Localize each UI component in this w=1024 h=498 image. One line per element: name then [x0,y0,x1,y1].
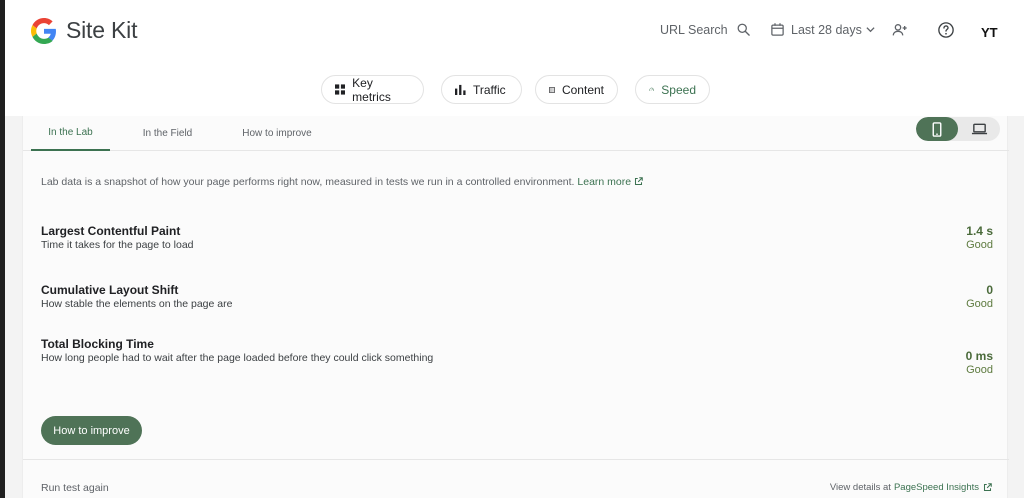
metric-value-block: 1.4 s Good [966,224,993,251]
mobile-toggle-button[interactable] [916,117,958,141]
url-search-button[interactable]: URL Search [660,22,751,37]
site-kit-logo[interactable]: Site Kit [31,17,137,44]
help-button[interactable] [937,21,955,39]
metric-value-block: 0 ms Good [966,349,993,376]
view-details-link[interactable]: View details at PageSpeed Insights [830,482,992,493]
chip-traffic[interactable]: Traffic [441,75,522,104]
tab-in-the-lab[interactable]: In the Lab [31,116,110,151]
metric-rating: Good [966,364,993,376]
laptop-icon [971,123,987,135]
dashboard-nav: Key metrics Traffic Content Speed [5,64,1024,116]
chip-label: Speed [661,82,696,97]
account-avatar[interactable]: YT [981,23,1003,41]
learn-more-label: Learn more [577,176,632,188]
chip-label: Content [561,82,604,97]
metric-value: 0 ms [965,349,993,363]
metric-description: How stable the elements on the page are [41,298,233,310]
lab-description-text: Lab data is a snapshot of how your page … [41,176,575,188]
learn-more-link[interactable]: Learn more [577,176,643,188]
metric-value: 1.4 s [966,224,993,238]
add-user-button[interactable] [892,22,908,38]
chip-content[interactable]: Content [535,75,618,104]
chip-speed[interactable]: Speed [635,75,710,104]
metric-rating: Good [966,298,993,310]
metric-row: Cumulative Layout Shift How stable the e… [41,283,993,310]
add-user-icon [892,24,907,36]
view-details-label: View details at [829,482,891,493]
speedometer-icon [649,87,654,92]
grid-icon [335,84,346,95]
device-toggle [916,117,1000,141]
how-to-improve-button[interactable]: How to improve [41,416,142,445]
run-test-again-link[interactable]: Run test again [41,482,109,494]
card-footer: Run test again View details at PageSpeed… [23,459,1009,498]
calendar-icon [771,23,784,36]
content-icon [549,86,555,93]
metric-value-block: 0 Good [966,283,993,310]
app-header: Site Kit URL Search Last 28 days YT [5,0,1024,64]
date-range-selector[interactable]: Last 28 days [770,22,875,37]
external-link-icon [983,483,992,492]
metric-name: Total Blocking Time [41,337,154,351]
tab-in-the-field[interactable]: In the Field [129,116,206,151]
metric-description: How long people had to wait after the pa… [41,352,434,364]
date-range-label: Last 28 days [791,22,862,37]
url-search-label: URL Search [660,22,728,37]
tab-how-to-improve[interactable]: How to improve [234,116,320,151]
metric-rating: Good [966,239,993,251]
pagespeed-insights-label: PageSpeed Insights [893,482,979,493]
chevron-down-icon [866,27,875,33]
bar-chart-icon [455,84,466,95]
chip-key-metrics[interactable]: Key metrics [321,75,424,104]
metric-description: Time it takes for the page to load [41,239,194,251]
help-icon [938,22,954,38]
avatar-text: YT [981,24,998,40]
metric-name: Largest Contentful Paint [41,224,181,238]
speed-tabs: In the Lab In the Field How to improve [23,116,1009,151]
google-g-icon [31,17,56,44]
search-icon [737,23,750,36]
desktop-toggle-button[interactable] [958,117,1000,141]
chip-label: Traffic [473,82,506,97]
metric-row: Largest Contentful Paint Time it takes f… [41,224,993,251]
metric-value: 0 [986,283,993,297]
metric-name: Cumulative Layout Shift [41,283,179,297]
logo-text: Site Kit [66,17,138,43]
metric-row: Total Blocking Time How long people had … [41,337,993,376]
mobile-icon [932,121,942,137]
speed-card: In the Lab In the Field How to improve L… [22,116,1009,498]
chip-label: Key metrics [352,75,391,104]
external-link-icon [635,177,643,186]
lab-description: Lab data is a snapshot of how your page … [41,176,643,188]
